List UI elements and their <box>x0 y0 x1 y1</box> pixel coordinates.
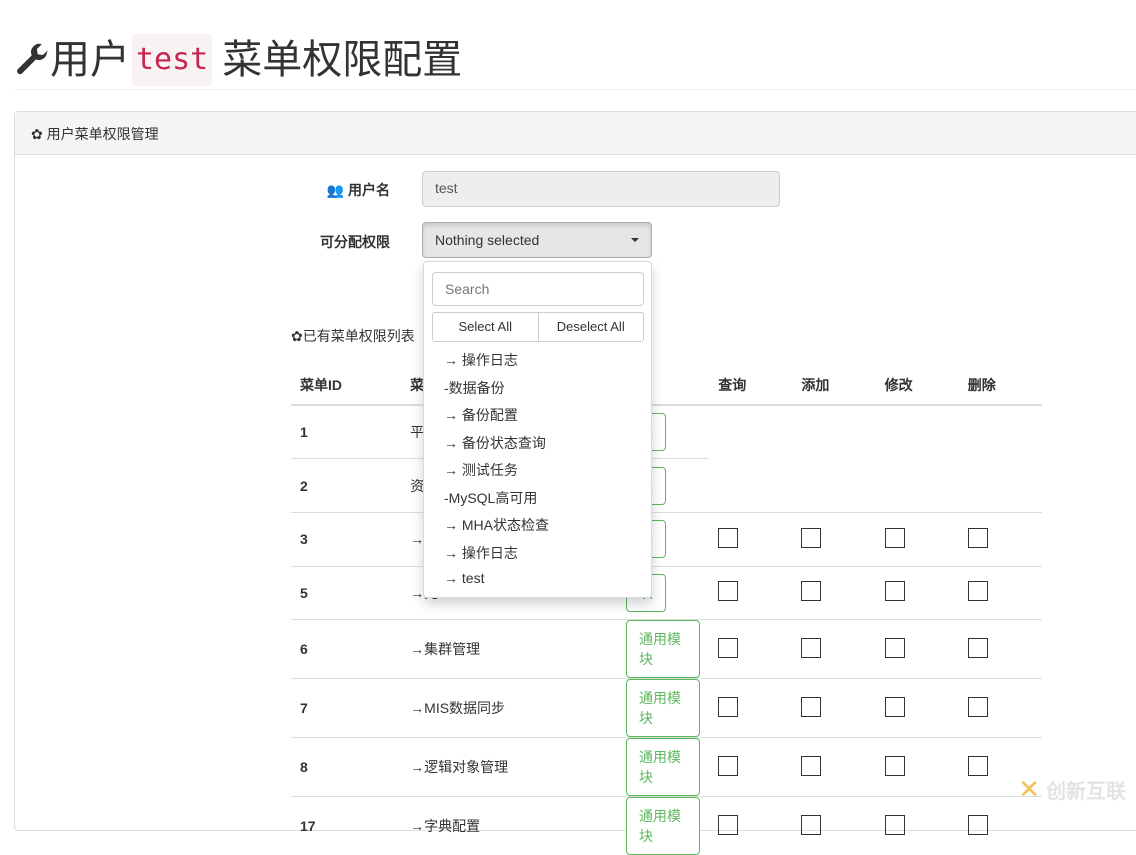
perm-label: 可分配权限 <box>320 234 390 250</box>
column-header: 删除 <box>958 365 1042 406</box>
watermark-logo: ✕ 创新互联 <box>1018 774 1126 804</box>
delete-checkbox[interactable] <box>967 637 988 658</box>
table-row: 5→元块 <box>291 565 1042 620</box>
list-title: ✿已有菜单权限列表 <box>291 328 415 344</box>
edit-checkbox[interactable] <box>884 527 905 548</box>
divider <box>14 89 1136 90</box>
dropdown-option[interactable]: -数据备份 <box>444 378 505 398</box>
add-checkbox[interactable] <box>801 637 822 658</box>
table-row: 2资产理 <box>291 458 1042 513</box>
column-header: 修改 <box>875 365 959 406</box>
module-button[interactable]: 通用模块 <box>626 620 701 679</box>
menu-name: →MIS数据同步 <box>401 678 618 738</box>
query-checkbox[interactable] <box>718 755 739 776</box>
menu-name: →逻辑对象管理 <box>401 737 618 797</box>
permission-select[interactable]: Nothing selected <box>422 222 652 258</box>
username-code: test <box>132 34 213 86</box>
table-row: 3→资块 <box>291 511 1042 567</box>
column-header: 查询 <box>709 365 793 406</box>
page-title: 用户 test 菜单权限配置 <box>14 34 462 86</box>
menu-id: 1 <box>291 404 402 459</box>
menu-id: 8 <box>291 737 402 797</box>
users-icon: 👥 <box>326 182 345 198</box>
add-checkbox[interactable] <box>801 814 822 835</box>
query-checkbox[interactable] <box>718 637 739 658</box>
menu-name: →字典配置 <box>401 796 618 855</box>
dropdown-option[interactable]: → 测试任务 <box>444 460 518 480</box>
menu-id: 2 <box>291 458 402 513</box>
delete-checkbox[interactable] <box>967 755 988 776</box>
delete-checkbox[interactable] <box>967 581 988 602</box>
permission-table: 菜单ID菜单查询添加修改删除 1平台块2资产理3→资块5→元块6→集群管理通用模… <box>291 365 1042 855</box>
table-row: 17 →字典配置 通用模块 <box>291 796 1042 855</box>
module-button[interactable]: 通用模块 <box>626 679 701 738</box>
edit-checkbox[interactable] <box>884 755 905 776</box>
query-checkbox[interactable] <box>718 581 739 602</box>
edit-checkbox[interactable] <box>884 581 905 602</box>
permission-dropdown: Select All Deselect All → 操作日志 -数据备份 → 备份配… <box>423 261 652 598</box>
module-button[interactable]: 通用模块 <box>626 797 701 855</box>
dropdown-option[interactable]: → 操作日志 <box>444 350 518 370</box>
gear-icon: ✿ <box>31 126 43 142</box>
module-button[interactable]: 通用模块 <box>626 738 701 797</box>
menu-name: →集群管理 <box>401 619 618 679</box>
delete-checkbox[interactable] <box>967 527 988 548</box>
table-row: 6 →集群管理 通用模块 <box>291 619 1042 679</box>
dropdown-option[interactable]: → 操作日志 <box>444 543 518 563</box>
table-row: 1平台块 <box>291 404 1042 459</box>
query-checkbox[interactable] <box>718 527 739 548</box>
select-all-button[interactable]: Select All <box>432 312 539 342</box>
column-header: 菜单ID <box>291 365 402 406</box>
edit-checkbox[interactable] <box>884 696 905 717</box>
menu-id: 7 <box>291 678 402 738</box>
menu-id: 6 <box>291 619 402 679</box>
add-checkbox[interactable] <box>801 581 822 602</box>
menu-id: 17 <box>291 796 402 855</box>
wrench-icon <box>17 43 48 75</box>
column-header: 添加 <box>792 365 876 406</box>
add-checkbox[interactable] <box>801 755 822 776</box>
dropdown-option[interactable]: -MySQL高可用 <box>444 488 537 508</box>
edit-checkbox[interactable] <box>884 814 905 835</box>
delete-checkbox[interactable] <box>967 696 988 717</box>
query-checkbox[interactable] <box>718 696 739 717</box>
edit-checkbox[interactable] <box>884 637 905 658</box>
search-input[interactable] <box>432 272 644 306</box>
caret-down-icon <box>631 238 639 242</box>
dropdown-option[interactable]: → MHA状态检查 <box>444 515 549 535</box>
username-label: 👥 用户名 <box>326 182 390 198</box>
menu-id: 5 <box>291 565 402 620</box>
deselect-all-button[interactable]: Deselect All <box>538 312 644 342</box>
query-checkbox[interactable] <box>718 814 739 835</box>
dropdown-option[interactable]: → 备份配置 <box>444 405 518 425</box>
dropdown-option[interactable]: → test <box>444 570 484 586</box>
add-checkbox[interactable] <box>801 527 822 548</box>
add-checkbox[interactable] <box>801 696 822 717</box>
panel-heading: ✿ 用户菜单权限管理 <box>15 112 1136 155</box>
table-row: 7 →MIS数据同步 通用模块 <box>291 678 1042 738</box>
delete-checkbox[interactable] <box>967 814 988 835</box>
username-input[interactable]: test <box>422 171 780 207</box>
menu-id: 3 <box>291 511 402 567</box>
dropdown-option[interactable]: → 备份状态查询 <box>444 433 546 453</box>
table-row: 8 →逻辑对象管理 通用模块 <box>291 737 1042 797</box>
